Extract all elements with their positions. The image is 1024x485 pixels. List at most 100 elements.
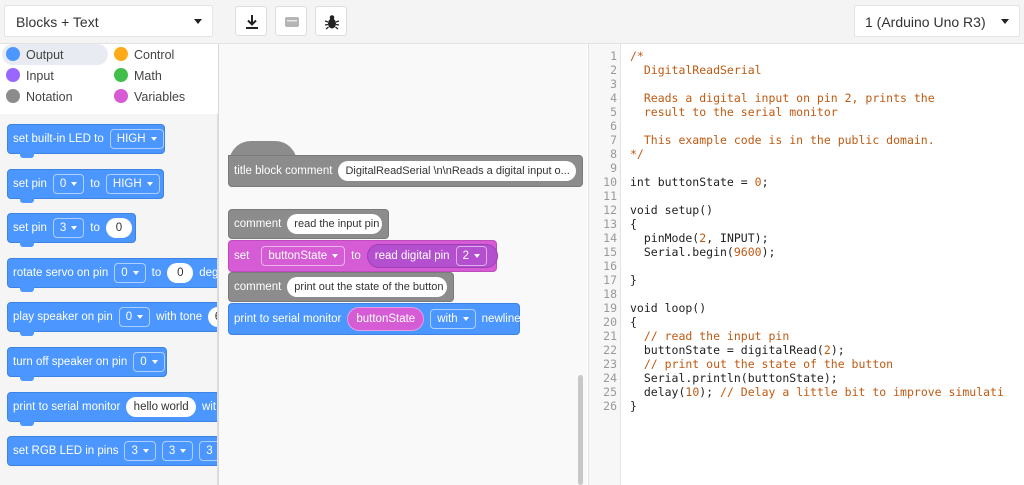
code-token: ); [699,385,721,399]
pin-dropdown[interactable]: 3 [52,218,85,238]
print-serial-block[interactable]: print to serial monitor buttonState with… [228,303,521,335]
chevron-down-icon [71,226,78,230]
variable-reporter[interactable]: buttonState [347,307,425,331]
title-block-comment[interactable]: title block comment DigitalReadSerial \n… [228,155,583,187]
block-play-speaker[interactable]: play speaker on pin 0 with tone 60 [7,302,217,336]
code-line: void setup() [630,203,714,217]
chevron-down-icon [180,449,187,453]
line-number: 1 [610,49,617,63]
analog-value-input[interactable]: 0 [105,218,132,238]
editor-mode-select[interactable]: Blocks + Text [4,5,213,37]
code-number: 10 [685,385,700,399]
block-set-pin[interactable]: set pin 0 to HIGH [7,169,164,203]
category-output[interactable]: Output [2,44,108,65]
block-connector [20,421,34,426]
line-number: 11 [603,189,617,203]
green-pin-dropdown[interactable]: 3 [161,441,194,461]
read-digital-pin-block[interactable]: read digital pin 2 [366,244,498,268]
code-number: 9600 [733,245,762,259]
block-toolbox: set built-in LED to HIGH set pin 0 to HI… [0,114,218,485]
notation-color-dot [6,89,20,103]
servo-angle-input[interactable]: 0 [167,263,194,283]
math-color-dot [114,68,128,82]
block-label: comment [234,281,282,293]
category-variables[interactable]: Variables [110,86,210,107]
download-icon [246,15,258,29]
block-set-builtin-led[interactable]: set built-in LED to HIGH [7,124,165,158]
comment-block-1[interactable]: comment read the input pin [228,209,389,239]
code-line: DigitalReadSerial [630,63,762,77]
code-comment: // Delay a little bit to improve simulat… [720,385,1004,399]
newline-dropdown[interactable]: with [430,309,476,329]
led-state-dropdown[interactable]: HIGH [109,129,164,149]
category-math[interactable]: Math [110,65,210,86]
set-variable-block[interactable]: set buttonState to read digital pin 2 [228,240,498,272]
chevron-down-icon [473,254,480,258]
output-color-dot [6,47,20,61]
serial-monitor-icon [285,17,299,27]
pin-dropdown[interactable]: 0 [52,174,85,194]
control-color-dot [114,47,128,61]
code-line: result to the serial monitor [630,105,838,119]
line-number: 5 [610,105,617,119]
line-number: 12 [603,203,617,217]
line-number: 19 [603,301,617,315]
line-number: 3 [610,77,617,91]
download-button[interactable] [235,6,267,36]
serial-monitor-button[interactable] [275,6,307,36]
red-pin-dropdown[interactable]: 3 [124,441,156,461]
line-number: 18 [603,287,617,301]
block-label: rotate servo on pin [13,267,109,279]
line-number: 24 [603,371,617,385]
pin-dropdown[interactable]: 0 [133,352,165,372]
dropdown-value: buttonState [268,250,328,262]
category-input[interactable]: Input [2,65,102,86]
code-token: ); [830,343,845,357]
workspace-scrollbar[interactable] [578,375,583,485]
comment-block-2[interactable]: comment print out the state of the butto… [228,272,454,302]
pin-dropdown[interactable]: 0 [114,263,146,283]
code-line: int buttonState = 0; [630,175,769,189]
chevron-down-icon [71,182,78,186]
variable-dropdown[interactable]: buttonState [261,246,346,266]
block-print-serial[interactable]: print to serial monitor hello world wit [7,392,217,426]
comment-input[interactable]: print out the state of the button [287,277,447,297]
block-label: read digital pin [374,250,450,262]
block-set-pin-analog[interactable]: set pin 3 to 0 [7,213,136,247]
block-connector [20,242,34,247]
block-turn-off-speaker[interactable]: turn off speaker on pin 0 [7,347,167,381]
dropdown-value: 0 [125,311,133,323]
block-rotate-servo[interactable]: rotate servo on pin 0 to 0 degr [7,258,217,292]
pin-state-dropdown[interactable]: HIGH [105,174,160,194]
comment-input[interactable]: read the input pin [287,214,382,234]
dropdown-value: HIGH [116,133,146,145]
pin-dropdown[interactable]: 0 [118,307,151,327]
line-number: 23 [603,357,617,371]
bug-icon [324,15,340,30]
line-number: 14 [603,231,617,245]
code-line: } [630,399,637,413]
block-label: set built-in LED to [13,133,104,145]
block-label: newline [481,313,521,325]
board-select[interactable]: 1 (Arduino Uno R3) [854,5,1020,37]
chevron-down-icon [194,19,202,24]
code-editor[interactable]: 1 2 3 4 5 6 7 8 9 10 11 12 13 14 15 16 1… [588,44,1024,485]
serial-text-input[interactable]: hello world [126,397,196,417]
line-number: 13 [603,217,617,231]
line-number: 26 [603,399,617,413]
blue-pin-dropdown[interactable]: 3 [199,441,217,461]
block-set-rgb-led[interactable]: set RGB LED in pins 3 3 3 [7,436,217,466]
block-label: set pin [13,178,47,190]
line-number: 25 [603,385,617,399]
chevron-down-icon [142,449,149,453]
tone-input[interactable]: 60 [208,307,217,327]
category-control[interactable]: Control [110,44,210,65]
pin-dropdown[interactable]: 2 [455,246,487,266]
debugger-button[interactable] [315,6,347,36]
title-comment-input[interactable]: DigitalReadSerial \n\nReads a digital in… [338,161,576,181]
category-notation[interactable]: Notation [2,86,102,107]
code-line: */ [630,147,644,161]
code-token: ); [761,245,776,259]
block-label: set [234,250,250,262]
block-connector [20,153,34,158]
